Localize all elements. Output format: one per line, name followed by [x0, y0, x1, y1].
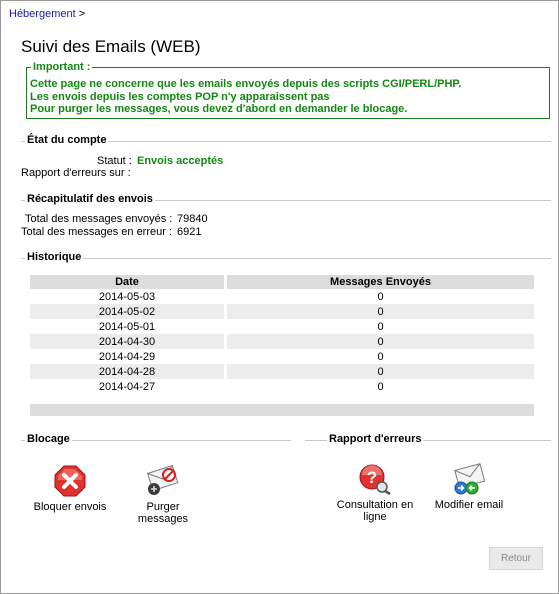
history-table-footer — [30, 404, 534, 416]
status-value: Envois acceptés — [137, 155, 224, 167]
purge-messages-button[interactable]: Purger messages — [126, 463, 200, 525]
section-summary-title: Récapitulatif des envois — [25, 193, 155, 205]
history-header-row: Date Messages Envoyés — [30, 275, 534, 289]
cell-date: 2014-04-29 — [30, 349, 227, 364]
cell-count: 0 — [225, 334, 534, 349]
column-header-date: Date — [30, 275, 227, 289]
modify-email-button[interactable]: Modifier email — [433, 463, 505, 511]
section-blocage-title: Blocage — [25, 433, 72, 445]
table-row: 2014-05-03 0 — [30, 289, 534, 304]
cell-count: 0 — [377, 290, 384, 303]
cell-count: 0 — [377, 350, 384, 363]
section-summary: Récapitulatif des envois — [21, 193, 551, 205]
cell-count: 0 — [377, 380, 384, 393]
cell-count: 0 — [377, 320, 384, 333]
table-row: 2014-04-28 0 — [30, 364, 534, 379]
back-button[interactable]: Retour — [489, 547, 543, 570]
section-history: Historique — [21, 251, 551, 263]
cell-date: 2014-04-28 — [30, 364, 227, 379]
column-header-messages: Messages Envoyés — [225, 275, 534, 289]
table-row: 2014-05-02 0 — [30, 304, 534, 319]
total-error-value: 6921 — [177, 226, 202, 238]
section-account-title: État du compte — [25, 134, 109, 146]
total-error-label: Total des messages en erreur : — [21, 226, 173, 238]
status-label: Statut : — [97, 155, 132, 167]
table-row: 2014-04-29 0 — [30, 349, 534, 364]
breadcrumb-separator: > — [78, 8, 86, 20]
table-row: 2014-05-01 0 — [30, 319, 534, 334]
important-line-2: Les envois depuis les comptes POP n'y ap… — [30, 91, 330, 103]
section-error-report: Rapport d'erreurs — [305, 433, 551, 445]
cell-date: 2014-04-30 — [30, 334, 227, 349]
section-history-title: Historique — [25, 251, 84, 263]
report-label: Rapport d'erreurs sur : — [21, 167, 131, 179]
table-row: 2014-04-27 0 — [30, 379, 534, 394]
online-consultation-button[interactable]: ? Consultation en ligne — [333, 463, 417, 523]
important-notice: Important : Cette page ne concerne que l… — [26, 61, 550, 119]
consult-label-line-2: ligne — [363, 511, 387, 523]
block-sends-button[interactable]: Bloquer envois — [30, 465, 110, 513]
total-sent-value: 79840 — [177, 213, 208, 225]
modify-email-label: Modifier email — [434, 499, 504, 511]
important-line-3: Pour purger les messages, vous devez d'a… — [30, 103, 408, 115]
consult-label-line-1: Consultation en — [336, 499, 414, 511]
cell-date: 2014-05-01 — [30, 319, 227, 334]
history-table: Date Messages Envoyés 2014-05-03 0 2014-… — [30, 275, 534, 394]
purge-label-line-1: Purger — [146, 501, 180, 513]
envelope-purge-icon — [146, 464, 179, 495]
block-icon — [54, 465, 86, 497]
cell-date: 2014-05-02 — [30, 304, 227, 319]
cell-date: 2014-05-03 — [30, 289, 227, 304]
important-line-1: Cette page ne concerne que les emails en… — [30, 78, 462, 90]
svg-text:?: ? — [367, 468, 377, 487]
help-search-icon: ? — [359, 464, 391, 495]
block-sends-label: Bloquer envois — [33, 501, 107, 513]
section-blocage: Blocage — [21, 433, 291, 445]
envelope-edit-icon — [454, 463, 486, 495]
breadcrumb: Hébergement > — [9, 8, 85, 20]
cell-count: 0 — [225, 304, 534, 319]
purge-label-line-2: messages — [137, 513, 189, 525]
breadcrumb-link-hebergement[interactable]: Hébergement — [9, 8, 76, 20]
cell-count: 0 — [225, 364, 534, 379]
total-sent-label: Total des messages envoyés : — [25, 213, 173, 225]
page-title: Suivi des Emails (WEB) — [21, 37, 201, 56]
section-account: État du compte — [21, 134, 551, 146]
cell-date: 2014-04-27 — [30, 379, 227, 394]
section-error-report-title: Rapport d'erreurs — [327, 433, 424, 445]
important-legend: Important : — [31, 61, 93, 73]
table-row: 2014-04-30 0 — [30, 334, 534, 349]
